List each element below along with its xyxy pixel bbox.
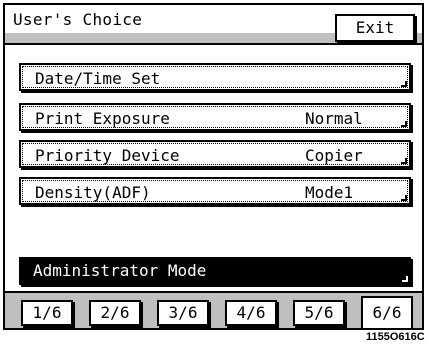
row-label: Date/Time Set — [35, 69, 161, 88]
user-choice-panel: User's Choice Exit Date/Time Set Print E… — [3, 3, 424, 330]
tab-page-2[interactable]: 2/6 — [89, 300, 141, 326]
admin-label: Administrator Mode — [33, 261, 207, 280]
figure-code: 1155O616C — [366, 331, 425, 343]
row-label: Priority Device — [35, 146, 180, 165]
print-exposure-button[interactable]: Print Exposure Normal — [19, 103, 411, 131]
page-tab-bar: 1/6 2/6 3/6 4/6 5/6 6/6 — [5, 291, 422, 328]
header-bar: User's Choice Exit — [5, 5, 422, 45]
tab-page-6[interactable]: 6/6 — [361, 296, 413, 328]
tab-page-4[interactable]: 4/6 — [225, 300, 277, 326]
row-value: Copier — [305, 146, 363, 165]
tab-page-5[interactable]: 5/6 — [293, 300, 345, 326]
row-label: Density(ADF) — [35, 183, 151, 202]
priority-device-button[interactable]: Priority Device Copier — [19, 140, 411, 168]
exit-button[interactable]: Exit — [335, 14, 415, 42]
date-time-set-button[interactable]: Date/Time Set — [19, 63, 411, 91]
tab-page-3[interactable]: 3/6 — [157, 300, 209, 326]
corner-mark-icon — [401, 81, 407, 87]
corner-mark-icon — [401, 195, 407, 201]
administrator-mode-button[interactable]: Administrator Mode — [19, 257, 411, 285]
corner-mark-icon — [401, 121, 407, 127]
density-adf-button[interactable]: Density(ADF) Mode1 — [19, 177, 411, 205]
row-label: Print Exposure — [35, 109, 170, 128]
row-value: Mode1 — [305, 183, 354, 202]
corner-mark-icon — [401, 158, 407, 164]
corner-mark-icon — [402, 276, 408, 282]
row-value: Normal — [305, 109, 363, 128]
page-title: User's Choice — [13, 10, 143, 29]
tab-page-1[interactable]: 1/6 — [21, 300, 73, 326]
